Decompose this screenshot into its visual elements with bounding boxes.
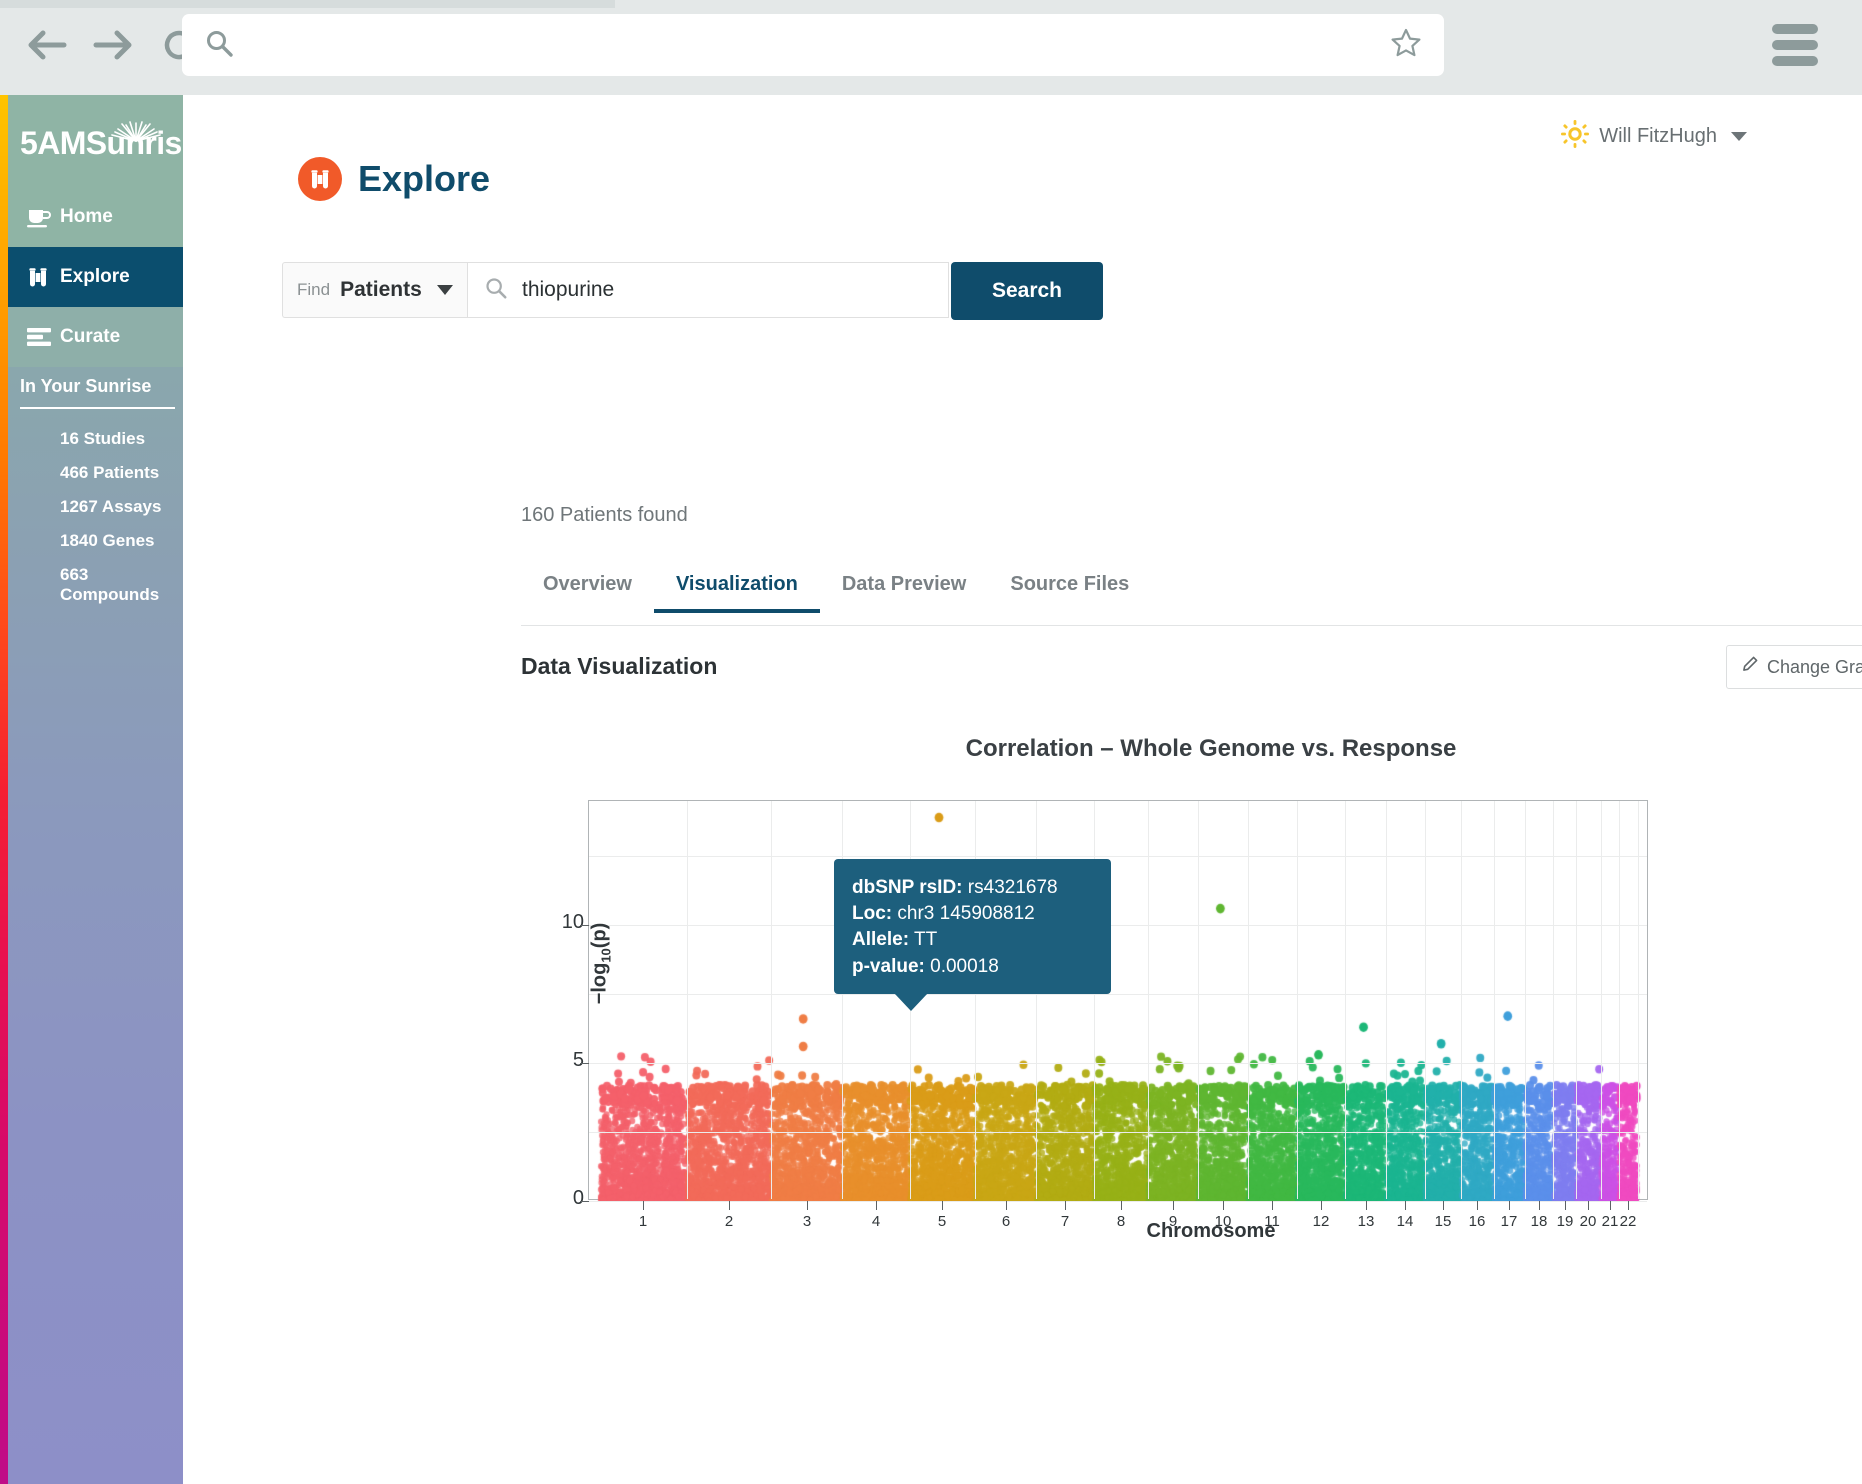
sidebar-item-label: Home <box>60 206 113 227</box>
search-button[interactable]: Search <box>951 262 1103 320</box>
hamburger-menu-icon[interactable] <box>1772 24 1818 66</box>
tooltip-rsid-value: rs4321678 <box>967 877 1058 898</box>
sidebar-accent-strip <box>0 95 8 1484</box>
tooltip-loc-value: chr3 145908812 <box>897 903 1035 925</box>
tab-overview[interactable]: Overview <box>521 573 654 612</box>
sidebar-item-explore[interactable]: Explore <box>8 247 183 307</box>
page-title: Explore <box>358 158 491 199</box>
sidebar-stats-list: 16 Studies 466 Patients 1267 Assays 1840… <box>20 429 180 619</box>
results-tabs: Overview Visualization Data Preview Sour… <box>521 573 1862 626</box>
chevron-down-icon <box>437 285 453 295</box>
tab-visualization[interactable]: Visualization <box>653 573 820 613</box>
sidebar-item-label: Explore <box>60 266 130 287</box>
browser-tab-strip[interactable] <box>0 0 615 8</box>
chart-title: Correlation – Whole Genome vs. Response <box>965 735 1457 762</box>
search-input[interactable] <box>520 277 932 303</box>
pencil-icon <box>1741 656 1758 678</box>
chevron-down-icon <box>1731 132 1747 141</box>
search-bar: Find Patients Search <box>282 262 1103 320</box>
x-axis-label: Chromosome <box>1146 1220 1276 1242</box>
tooltip-allele-label: Allele: <box>852 929 910 951</box>
arrow-right-icon[interactable] <box>91 20 135 70</box>
user-name-label: Will FitzHugh <box>1599 125 1717 147</box>
search-icon <box>204 28 234 63</box>
browser-chrome <box>0 0 1862 95</box>
tooltip-pvalue-value: 0.00018 <box>930 955 999 977</box>
tab-source-files[interactable]: Source Files <box>988 573 1151 612</box>
sidebar: 5AMSunrise Home Explore Curate In Your S… <box>0 95 183 1484</box>
scatter-points <box>589 801 1649 1201</box>
sidebar-item-home[interactable]: Home <box>8 187 183 247</box>
visualization-heading: Data Visualization <box>521 653 718 679</box>
app-logo[interactable]: 5AMSunrise <box>8 95 183 187</box>
y-axis-label: −log10(p) <box>588 922 614 1005</box>
results-count: 160 Patients found <box>521 504 688 526</box>
browser-nav-buttons <box>25 20 201 70</box>
url-input[interactable] <box>234 32 1390 58</box>
star-icon[interactable] <box>1390 27 1422 64</box>
sidebar-item-curate[interactable]: Curate <box>8 307 183 367</box>
tooltip-allele-value: TT <box>913 929 938 951</box>
chart-container: Correlation – Whole Genome vs. Response … <box>521 715 1862 1255</box>
find-label: Find <box>297 280 331 299</box>
tooltip-loc-label: Loc: <box>852 903 893 925</box>
browser-url-bar[interactable] <box>182 14 1444 76</box>
snp-tooltip: dbSNP rsID: rs4321678 Loc: chr3 14590881… <box>834 859 1111 1011</box>
tooltip-rsid-label: dbSNP rsID: <box>852 877 963 898</box>
sidebar-stat-patients[interactable]: 466 Patients <box>60 463 180 483</box>
sidebar-stat-assays[interactable]: 1267 Assays <box>60 497 180 517</box>
sun-icon <box>1561 120 1590 153</box>
binoculars-icon <box>298 157 342 201</box>
binoculars-icon <box>26 265 60 289</box>
page-header: Explore <box>298 157 490 201</box>
tab-data-preview[interactable]: Data Preview <box>820 573 989 612</box>
change-graph-button[interactable]: Change Graph <box>1726 645 1862 689</box>
arrow-left-icon[interactable] <box>25 20 69 70</box>
coffee-cup-icon <box>26 206 60 228</box>
manhattan-plot[interactable]: 0 5 10 1 2 3 4 5 6 7 8 9 10 11 12 13 14 15 16 17 18 19 20 21 22… <box>562 800 1649 1230</box>
user-menu[interactable]: Will FitzHugh <box>1561 120 1747 153</box>
sidebar-stat-genes[interactable]: 1840 Genes <box>60 531 180 551</box>
find-selected-value: Patients <box>340 278 422 301</box>
app-logo-text: 5AMSunrise <box>20 125 183 161</box>
sidebar-item-label: Curate <box>60 326 121 347</box>
search-input-wrapper[interactable] <box>467 262 949 318</box>
search-icon <box>484 276 508 305</box>
sidebar-section-heading: In Your Sunrise <box>20 376 175 409</box>
tooltip-pvalue-label: p-value: <box>852 955 925 977</box>
list-rows-icon <box>26 327 60 347</box>
sidebar-stat-studies[interactable]: 16 Studies <box>60 429 180 449</box>
find-type-select[interactable]: Find Patients <box>282 262 467 318</box>
change-graph-label: Change Graph <box>1766 656 1862 677</box>
sidebar-stat-compounds[interactable]: 663 Compounds <box>60 565 180 605</box>
main-content: Will FitzHugh Explore Find Patients Sear… <box>183 95 1862 1484</box>
